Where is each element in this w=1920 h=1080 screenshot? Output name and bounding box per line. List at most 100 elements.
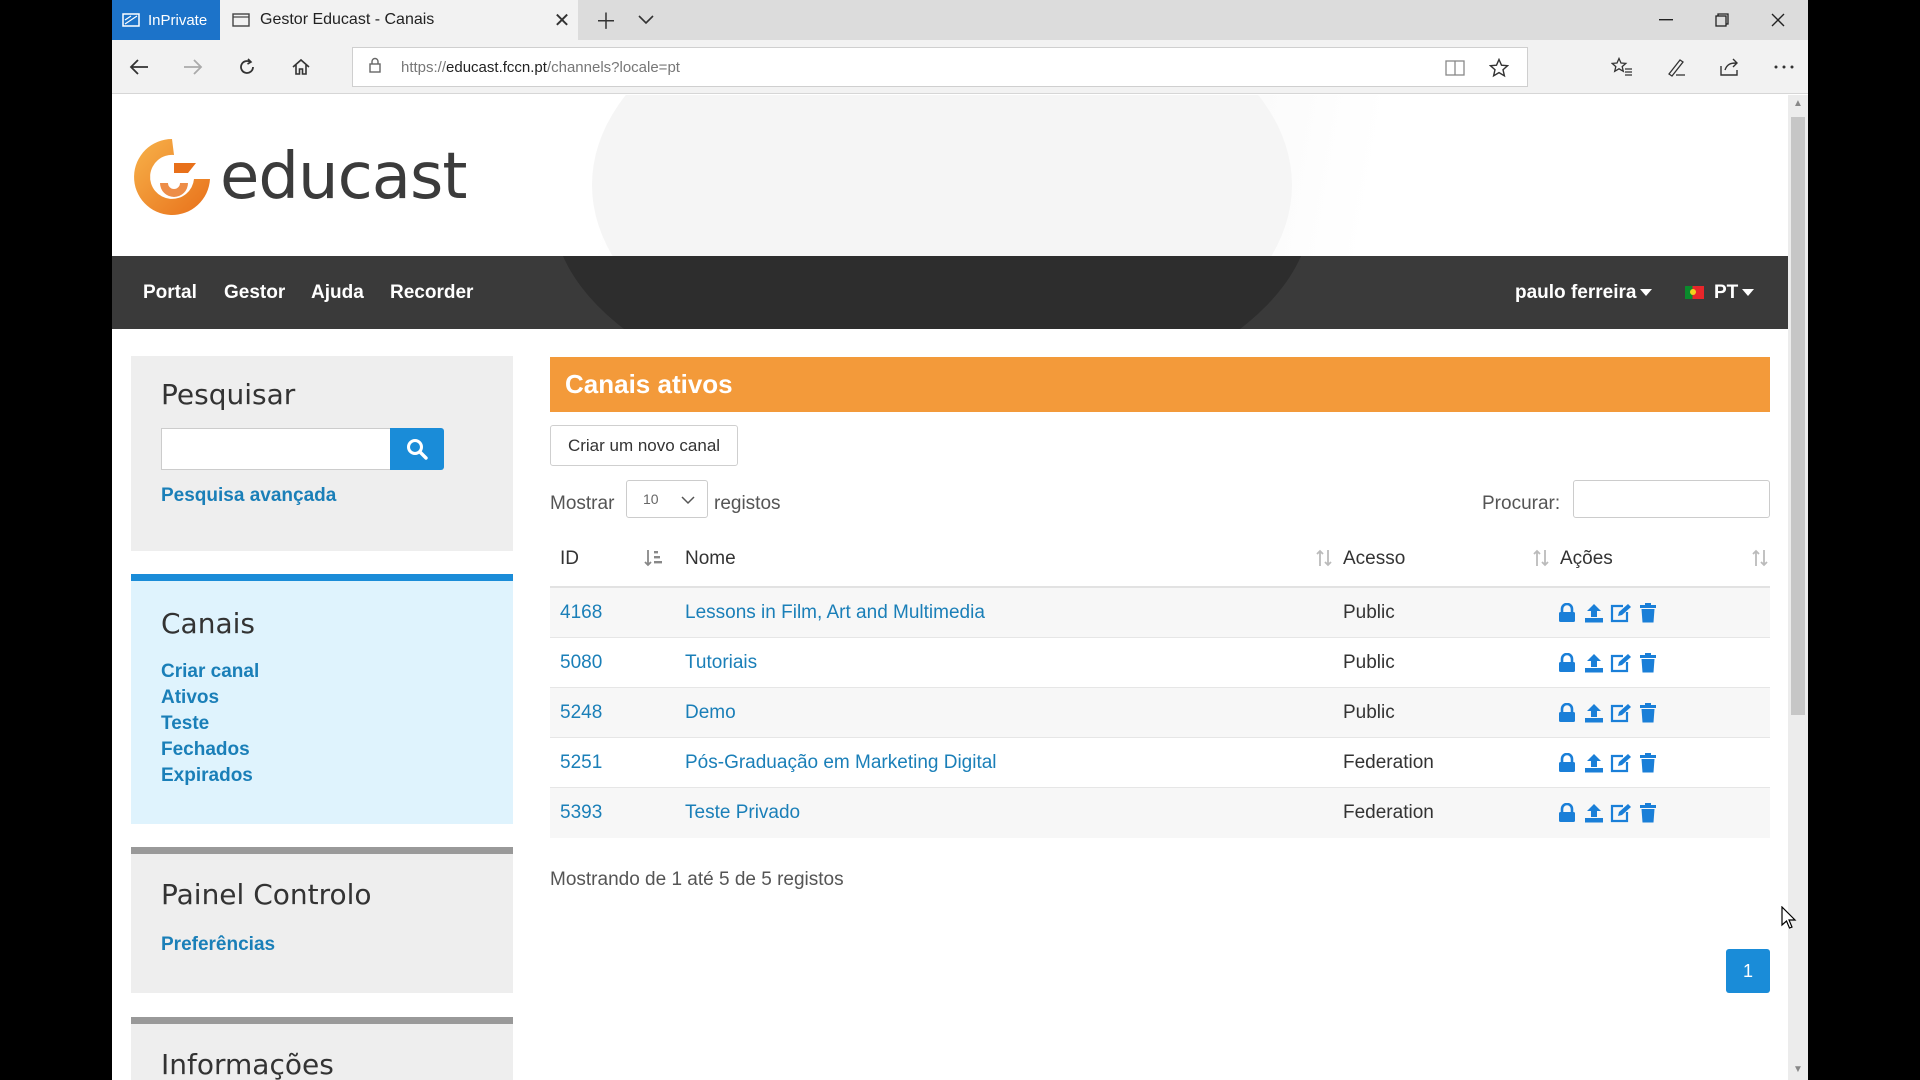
test-channels-link[interactable]: Teste: [161, 713, 209, 735]
educast-logo[interactable]: educast: [130, 135, 467, 219]
channel-name-link[interactable]: Pós-Graduação em Marketing Digital: [685, 738, 997, 788]
channel-id-link[interactable]: 5080: [560, 638, 602, 688]
channel-id-link[interactable]: 5393: [560, 788, 602, 838]
tab-active[interactable]: Gestor Educast - Canais ✕: [220, 0, 578, 40]
channel-id-link[interactable]: 5248: [560, 688, 602, 738]
edit-icon[interactable]: [1610, 602, 1632, 624]
table-filter-input[interactable]: [1573, 480, 1770, 518]
lock-icon[interactable]: [1556, 652, 1578, 674]
upload-icon[interactable]: [1583, 802, 1605, 824]
edit-icon[interactable]: [1610, 702, 1632, 724]
search-title: Pesquisar: [161, 378, 296, 411]
closed-channels-link[interactable]: Fechados: [161, 739, 250, 761]
lock-icon[interactable]: [1556, 602, 1578, 624]
channel-id-link[interactable]: 4168: [560, 588, 602, 638]
row-actions: [1556, 802, 1659, 824]
scroll-thumb[interactable]: [1791, 117, 1805, 715]
column-header-name[interactable]: Nome: [685, 532, 736, 586]
address-bar[interactable]: https://educast.fccn.pt/channels?locale=…: [352, 47, 1528, 87]
logo-text: educast: [220, 140, 467, 214]
expired-channels-link[interactable]: Expirados: [161, 765, 253, 787]
lock-icon[interactable]: [1556, 702, 1578, 724]
upload-icon[interactable]: [1583, 752, 1605, 774]
close-tab-icon[interactable]: ✕: [546, 8, 578, 33]
advanced-search-link[interactable]: Pesquisa avançada: [161, 485, 336, 507]
edit-icon[interactable]: [1610, 652, 1632, 674]
trash-icon[interactable]: [1637, 702, 1659, 724]
table-row: 4168 Lessons in Film, Art and Multimedia…: [550, 588, 1770, 638]
back-arrow-icon[interactable]: [112, 40, 166, 94]
preferences-link[interactable]: Preferências: [161, 934, 275, 956]
search-button[interactable]: [390, 428, 444, 470]
favorites-hub-icon[interactable]: [1600, 40, 1644, 94]
sort-asc-icon[interactable]: [644, 548, 664, 573]
upload-icon[interactable]: [1583, 702, 1605, 724]
user-menu[interactable]: paulo ferreira: [1515, 256, 1653, 329]
column-header-access[interactable]: Acesso: [1343, 532, 1405, 586]
trash-icon[interactable]: [1637, 602, 1659, 624]
url-prefix: https://: [401, 58, 447, 76]
tab-bar: InPrivate Gestor Educast - Canais ✕ ＋: [112, 0, 1808, 40]
pen-notes-icon[interactable]: [1654, 40, 1698, 94]
close-window-icon[interactable]: [1750, 0, 1806, 40]
more-options-icon[interactable]: [1762, 40, 1806, 94]
lock-icon[interactable]: [1556, 802, 1578, 824]
url-host: educast.fccn.pt: [446, 58, 547, 76]
forward-arrow-icon[interactable]: [166, 40, 220, 94]
reading-view-icon[interactable]: [1433, 48, 1477, 88]
lock-icon[interactable]: [1556, 752, 1578, 774]
table-row: 5251 Pós-Graduação em Marketing Digital …: [550, 738, 1770, 788]
new-tab-icon[interactable]: ＋: [586, 0, 626, 40]
channel-name-link[interactable]: Lessons in Film, Art and Multimedia: [685, 588, 985, 638]
share-icon[interactable]: [1708, 40, 1752, 94]
find-label: Procurar:: [1482, 493, 1561, 514]
nav-ajuda[interactable]: Ajuda: [311, 256, 364, 329]
portugal-flag-icon: [1685, 286, 1704, 300]
table-row: 5393 Teste Privado Federation: [550, 788, 1770, 838]
channel-access: Federation: [1343, 802, 1434, 823]
upload-icon[interactable]: [1583, 652, 1605, 674]
home-icon[interactable]: [274, 40, 328, 94]
sort-both-icon[interactable]: [1750, 548, 1770, 573]
sort-both-icon[interactable]: [1314, 548, 1334, 573]
minimize-icon[interactable]: [1638, 0, 1694, 40]
column-header-actions[interactable]: Ações: [1560, 532, 1613, 586]
search-input[interactable]: [161, 428, 391, 470]
channel-id-link[interactable]: 5251: [560, 738, 602, 788]
channel-name-link[interactable]: Teste Privado: [685, 788, 800, 838]
restore-icon[interactable]: [1694, 0, 1750, 40]
upload-icon[interactable]: [1583, 602, 1605, 624]
records-label: registos: [714, 493, 781, 514]
column-header-id[interactable]: ID: [560, 532, 579, 586]
scroll-up-icon[interactable]: ▲: [1791, 97, 1805, 111]
inprivate-icon: [122, 13, 140, 27]
trash-icon[interactable]: [1637, 752, 1659, 774]
trash-icon[interactable]: [1637, 802, 1659, 824]
channel-access: Federation: [1343, 752, 1434, 773]
pagination-page-1[interactable]: 1: [1726, 949, 1770, 993]
info-panel: Informações: [131, 1017, 513, 1080]
nav-recorder[interactable]: Recorder: [390, 256, 473, 329]
scroll-down-icon[interactable]: ▼: [1791, 1063, 1805, 1077]
nav-gestor[interactable]: Gestor: [224, 256, 285, 329]
row-actions: [1556, 752, 1659, 774]
trash-icon[interactable]: [1637, 652, 1659, 674]
refresh-icon[interactable]: [220, 40, 274, 94]
active-channels-link[interactable]: Ativos: [161, 687, 219, 709]
channel-name-link[interactable]: Tutoriais: [685, 638, 757, 688]
create-channel-link[interactable]: Criar canal: [161, 661, 259, 683]
page-size-select[interactable]: 10: [626, 480, 708, 518]
new-channel-button[interactable]: Criar um novo canal: [550, 425, 738, 466]
sort-both-icon[interactable]: [1531, 548, 1551, 573]
channel-access: Public: [1343, 602, 1395, 623]
language-menu[interactable]: PT: [1685, 256, 1755, 329]
page-icon: [232, 13, 250, 27]
favorite-star-icon[interactable]: [1477, 48, 1521, 88]
tab-list-chevron-icon[interactable]: [626, 0, 666, 40]
row-actions: [1556, 602, 1659, 624]
edit-icon[interactable]: [1610, 802, 1632, 824]
table-row: 5248 Demo Public: [550, 688, 1770, 738]
nav-portal[interactable]: Portal: [143, 256, 197, 329]
channel-name-link[interactable]: Demo: [685, 688, 736, 738]
edit-icon[interactable]: [1610, 752, 1632, 774]
